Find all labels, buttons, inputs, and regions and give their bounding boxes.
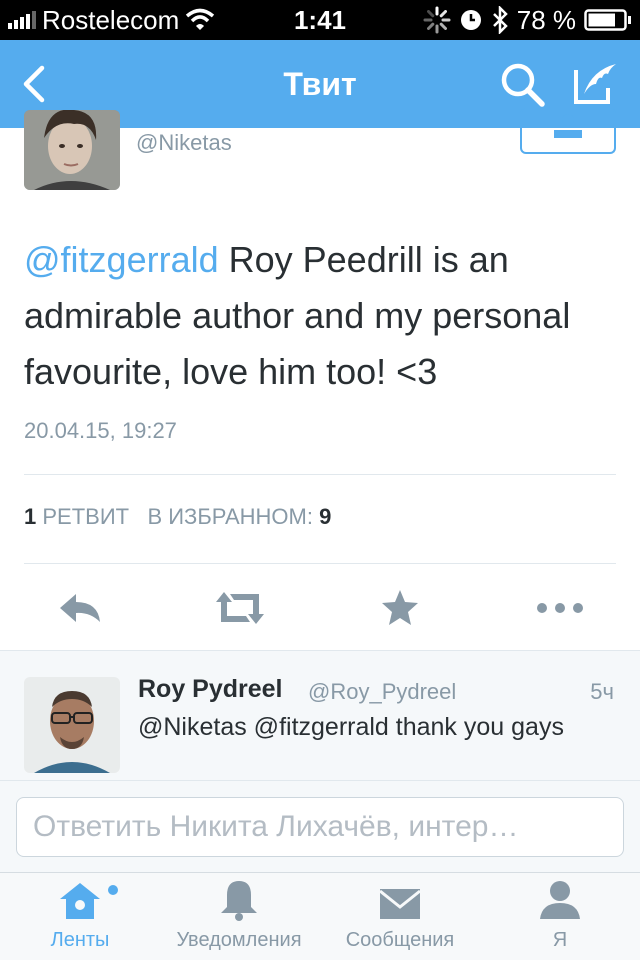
reply-text: @Niketas @fitzgerrald thank you gays xyxy=(138,713,564,741)
retweet-icon xyxy=(216,592,264,624)
reply-icon xyxy=(60,594,100,622)
compose-tweet-icon[interactable] xyxy=(570,58,622,110)
reply-timestamp: 5ч xyxy=(590,679,614,704)
retweet-label[interactable]: РЕТВИТ xyxy=(42,504,129,529)
retweet-count[interactable]: 1 xyxy=(24,504,36,529)
clock-alarm-icon xyxy=(460,10,481,30)
reply-compose-area xyxy=(0,780,640,872)
home-icon xyxy=(60,883,100,919)
mention-link[interactable]: @fitzgerrald xyxy=(24,239,219,280)
clock: 1:41 xyxy=(293,4,347,35)
envelope-icon xyxy=(379,889,421,919)
activity-spinner-icon xyxy=(423,6,451,34)
status-bar: Rostelecom 1:41 78 % xyxy=(0,0,640,40)
tab-label: Я xyxy=(552,929,568,951)
tab-label: Ленты xyxy=(50,929,110,951)
follow-person-icon xyxy=(554,114,582,138)
reply-input[interactable] xyxy=(16,797,624,857)
favorites-label[interactable]: В ИЗБРАННОМ: xyxy=(147,504,313,529)
favorite-button[interactable] xyxy=(372,584,428,632)
favorites-count[interactable]: 9 xyxy=(319,504,331,529)
person-icon xyxy=(540,881,580,919)
tweet-text: @fitzgerrald Roy Peedrill is an admirabl… xyxy=(24,232,624,400)
retweet-button[interactable] xyxy=(212,584,268,632)
reply-button[interactable] xyxy=(52,584,108,632)
bell-icon xyxy=(221,881,257,921)
battery-percent: 78 % xyxy=(516,4,576,35)
tweet-actions xyxy=(0,576,640,640)
tweet-stats: 1 РЕТВИТ В ИЗБРАННОМ: 9 xyxy=(24,504,331,530)
bluetooth-icon xyxy=(492,6,508,34)
reply-tweet[interactable]: Roy Pydreel @Roy_Pydreel 5ч @Niketas @fi… xyxy=(0,650,640,780)
tab-messages[interactable]: Сообщения xyxy=(330,873,470,960)
more-options-button[interactable] xyxy=(532,584,588,632)
star-icon xyxy=(382,590,418,625)
divider xyxy=(24,474,616,475)
follow-button[interactable] xyxy=(520,108,616,154)
reply-author-avatar[interactable] xyxy=(24,677,120,773)
reply-author-handle[interactable]: @Roy_Pydreel xyxy=(308,679,456,705)
tweet-timestamp: 20.04.15, 19:27 xyxy=(24,418,177,443)
tab-notifications[interactable]: Уведомления xyxy=(164,873,314,960)
tab-label: Уведомления xyxy=(176,929,302,951)
tab-bar: Ленты Уведомления Сообщения Я xyxy=(0,872,640,960)
unread-dot xyxy=(108,885,118,895)
tab-me[interactable]: Я xyxy=(510,873,610,960)
tab-label: Сообщения xyxy=(345,929,455,951)
battery-icon xyxy=(584,9,631,31)
more-dots-icon xyxy=(537,603,583,613)
author-avatar[interactable] xyxy=(24,110,120,190)
author-handle[interactable]: @Niketas xyxy=(136,130,232,156)
tab-home[interactable]: Ленты xyxy=(30,873,130,960)
divider xyxy=(24,563,616,564)
search-icon[interactable] xyxy=(498,60,548,108)
reply-author-name[interactable]: Roy Pydreel xyxy=(138,675,283,704)
